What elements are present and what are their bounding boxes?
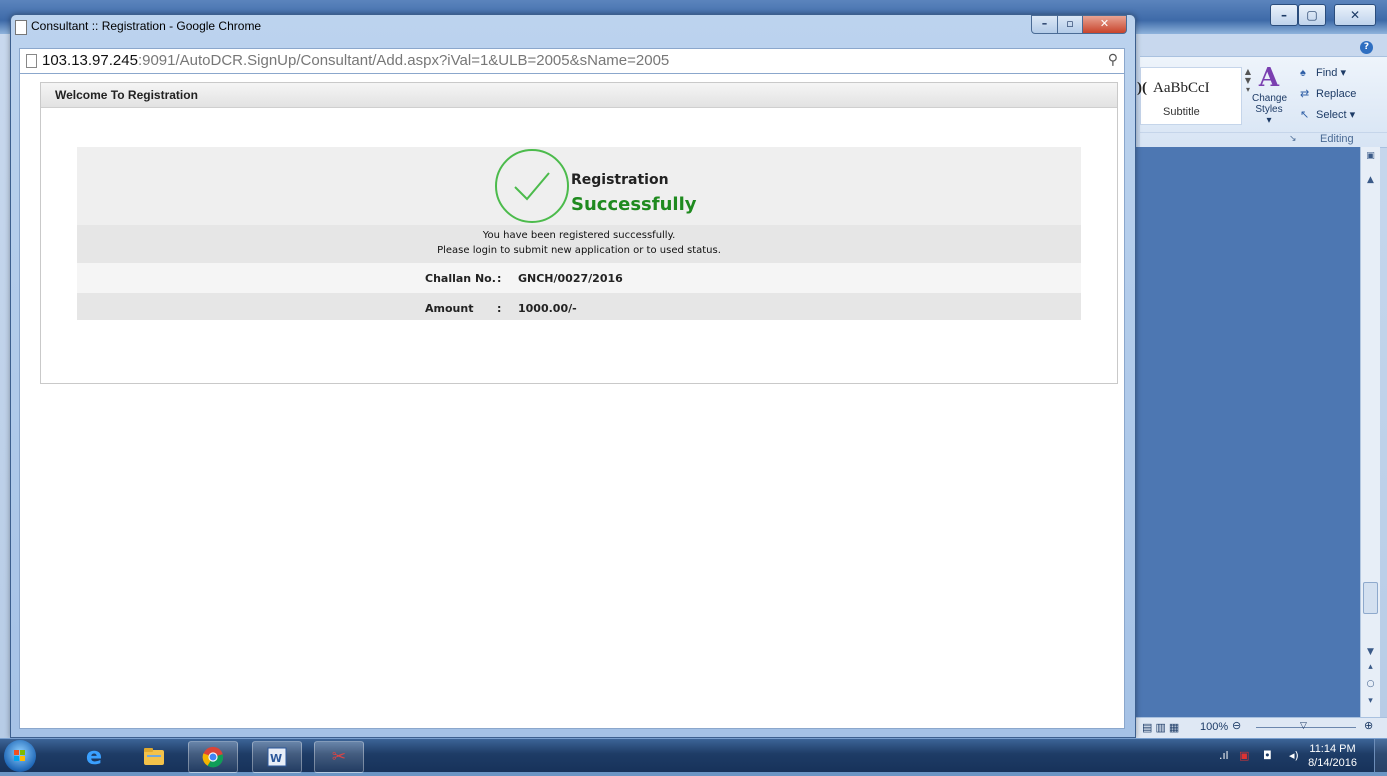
minimize-button[interactable]: – (1031, 15, 1058, 34)
amount-label: Amount (425, 302, 474, 315)
word-icon: W (265, 746, 289, 768)
snipping-tool-icon: ✂ (331, 747, 347, 767)
action-center-icon[interactable]: ◘ (1263, 749, 1272, 762)
amount-separator: : (497, 302, 502, 315)
scroll-down-icon[interactable]: ▼ (1361, 647, 1380, 657)
volume-icon[interactable]: ◂) (1289, 749, 1299, 762)
change-styles-label-2: Styles ▾ (1255, 104, 1283, 126)
registration-panel: Welcome To Registration Registration Suc… (40, 82, 1118, 384)
signal-icon[interactable]: .ıl (1219, 749, 1229, 762)
previous-page-icon[interactable]: ▴ (1361, 662, 1380, 672)
clock-time: 11:14 PM (1309, 743, 1356, 755)
change-styles-label-1: Change (1252, 93, 1288, 104)
ruler-icon[interactable]: ▣ (1361, 151, 1380, 161)
taskbar-internet-explorer[interactable]: e (70, 741, 118, 771)
zoom-slider-thumb[interactable]: ▽ (1300, 720, 1307, 731)
challan-label: Challan No. (425, 272, 496, 285)
chrome-window: Consultant :: Registration - Google Chro… (10, 14, 1136, 738)
replace-label: Replace (1316, 88, 1357, 100)
chrome-icon (201, 746, 225, 768)
replace-icon: ⇄ (1300, 88, 1310, 100)
clock-date: 8/14/2016 (1308, 757, 1357, 769)
help-icon[interactable]: ? (1360, 41, 1373, 54)
page-icon (26, 54, 37, 68)
challan-row: Challan No. : GNCH/0027/2016 (77, 263, 1081, 293)
success-header: Registration Successfully (77, 147, 1081, 225)
show-desktop-button[interactable] (1374, 739, 1387, 772)
style-gallery-item-subtitle[interactable]: )( AaBbCcI Subtitle (1137, 67, 1242, 125)
amount-value: 1000.00/- (518, 302, 577, 315)
challan-separator: : (497, 272, 502, 285)
taskbar-snipping-tool[interactable]: ✂ (314, 741, 364, 773)
amount-row: Amount : 1000.00/- (77, 293, 1081, 320)
word-status-bar: ▤ ▥ ▦ 100% ⊖ ▽ ⊕ (1132, 717, 1387, 738)
scrollbar-thumb[interactable] (1363, 582, 1378, 614)
url-host: 103.13.97.245 (42, 52, 138, 69)
message-line-1: You have been registered successfully. (482, 230, 676, 241)
start-button[interactable] (4, 740, 36, 772)
editing-group-label: Editing (1320, 133, 1354, 145)
cursor-icon: ↖ (1300, 109, 1310, 121)
change-styles-button[interactable]: A Change Styles ▾ (1252, 63, 1288, 126)
binoculars-icon: ♠ (1300, 67, 1306, 79)
replace-button[interactable]: ⇄ Replace (1300, 84, 1385, 105)
zoom-in-icon[interactable]: ⊕ (1364, 719, 1373, 732)
document-area[interactable] (1132, 147, 1360, 717)
magnifier-icon[interactable]: ⚲ (1108, 52, 1118, 68)
change-styles-icon: A (1258, 63, 1280, 93)
ribbon-group-labels: ↘ Editing (1140, 132, 1387, 147)
taskbar: e W ✂ .ıl ▣ ◘ ◂) 11:14 PM 8/14/2016 (0, 738, 1387, 773)
find-button[interactable]: ♠ Find ▾ (1300, 63, 1385, 84)
message-line-2: Please login to submit new application o… (437, 245, 721, 256)
zoom-level[interactable]: 100% (1200, 721, 1228, 733)
window-title: Consultant :: Registration - Google Chro… (31, 19, 262, 33)
page-content: Welcome To Registration Registration Suc… (19, 73, 1125, 729)
checkmark-icon (514, 172, 550, 201)
network-error-icon[interactable]: ▣ (1239, 749, 1249, 762)
dialog-launcher-icon[interactable]: ↘ (1289, 133, 1297, 144)
page-icon (15, 20, 27, 35)
word-maximize-button[interactable]: ▢ (1298, 4, 1326, 26)
window-controls: – ▫ ✕ (1031, 15, 1127, 34)
svg-text:W: W (270, 752, 282, 765)
close-button[interactable]: ✕ (1083, 15, 1127, 34)
windows-logo-icon (14, 750, 25, 761)
challan-value: GNCH/0027/2016 (518, 272, 623, 285)
select-label: Select ▾ (1316, 109, 1356, 121)
panel-title: Welcome To Registration (41, 83, 1117, 108)
ribbon: )( AaBbCcI Subtitle ▲ ▼ ▾ A Change Style… (1137, 56, 1387, 148)
taskbar-chrome[interactable] (188, 741, 238, 773)
success-subtitle: Successfully (571, 194, 697, 215)
internet-explorer-icon: e (85, 742, 103, 770)
vertical-scrollbar[interactable]: ▣ ▲ ▼ ▴ ○ ▾ (1360, 147, 1380, 717)
checkmark-circle-icon (495, 149, 569, 223)
find-label: Find ▾ (1316, 67, 1346, 79)
address-bar[interactable]: 103.13.97.245:9091/AutoDCR.SignUp/Consul… (19, 48, 1125, 74)
editing-group: ♠ Find ▾ ⇄ Replace ↖ Select ▾ (1300, 63, 1385, 126)
next-page-icon[interactable]: ▾ (1361, 696, 1380, 706)
style-name-label: Subtitle (1163, 106, 1200, 118)
clock[interactable]: 11:14 PM 8/14/2016 (1308, 742, 1357, 770)
scroll-up-icon[interactable]: ▲ (1361, 175, 1380, 185)
url-text[interactable]: 103.13.97.245:9091/AutoDCR.SignUp/Consul… (42, 52, 669, 69)
word-minimize-button[interactable]: – (1270, 4, 1298, 26)
word-close-button[interactable]: ✕ (1334, 4, 1376, 26)
zoom-out-icon[interactable]: ⊖ (1232, 719, 1241, 732)
success-card: Registration Successfully You have been … (77, 147, 1081, 320)
style-preview-text: AaBbCcI (1153, 80, 1210, 96)
maximize-button[interactable]: ▫ (1058, 15, 1083, 34)
taskbar-word[interactable]: W (252, 741, 302, 773)
select-button[interactable]: ↖ Select ▾ (1300, 105, 1385, 126)
url-path: :9091/AutoDCR.SignUp/Consultant/Add.aspx… (137, 52, 670, 69)
success-title: Registration (571, 172, 669, 188)
browse-object-icon[interactable]: ○ (1361, 679, 1380, 689)
style-gallery-prev-item: )( (1137, 80, 1147, 96)
system-tray: .ıl ▣ ◘ ◂) 11:14 PM 8/14/2016 (1197, 739, 1387, 772)
taskbar-file-explorer[interactable] (130, 741, 178, 771)
view-buttons[interactable]: ▤ ▥ ▦ (1142, 721, 1179, 734)
success-message: You have been registered successfully. P… (77, 225, 1081, 263)
file-explorer-icon (142, 745, 166, 767)
